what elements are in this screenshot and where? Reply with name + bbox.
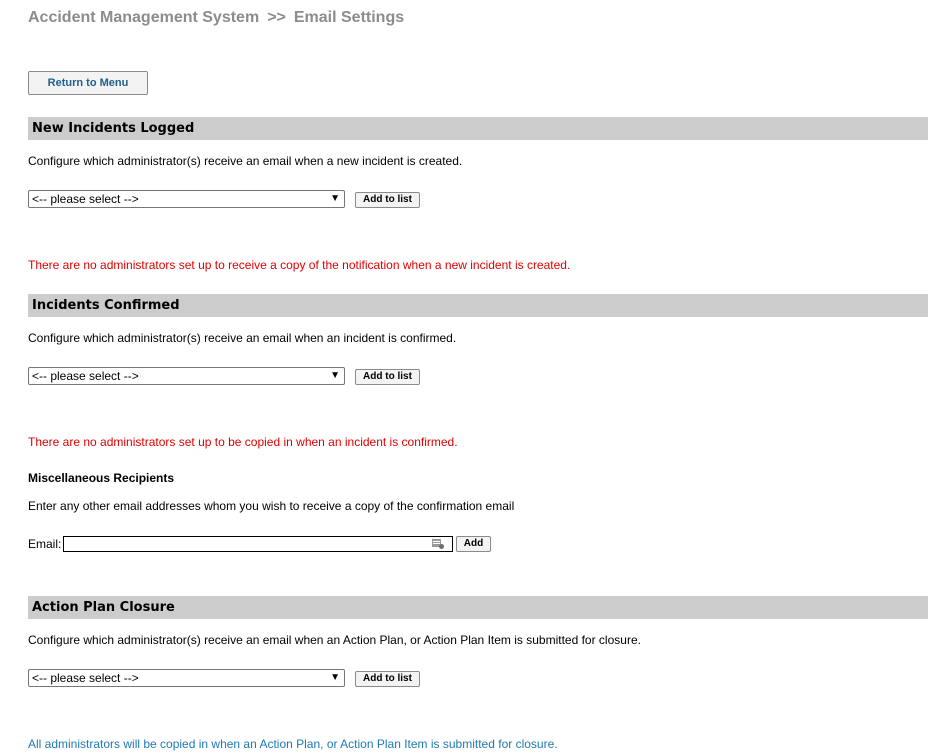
new-incidents-notice: There are no administrators set up to re… — [28, 258, 571, 272]
password-manager-icon[interactable] — [432, 539, 444, 549]
action-plan-description: Configure which administrator(s) receive… — [28, 633, 641, 647]
breadcrumb-separator: >> — [267, 9, 286, 26]
email-label: Email: — [28, 537, 62, 551]
new-incidents-add-to-list-button[interactable]: Add to list — [355, 192, 420, 208]
incidents-confirmed-admin-select[interactable]: <-- please select --> ▼ — [28, 367, 345, 385]
incidents-confirmed-add-to-list-button[interactable]: Add to list — [355, 369, 420, 385]
action-plan-select-value: <-- please select --> — [32, 671, 139, 685]
email-input[interactable] — [63, 536, 453, 552]
chevron-down-icon: ▼ — [330, 672, 340, 683]
section-header-new-incidents: New Incidents Logged — [28, 117, 928, 140]
incidents-confirmed-notice: There are no administrators set up to be… — [28, 435, 458, 449]
misc-recipients-title: Miscellaneous Recipients — [28, 471, 175, 485]
chevron-down-icon: ▼ — [330, 193, 340, 204]
app-name: Accident Management System — [28, 9, 260, 26]
new-incidents-admin-select[interactable]: <-- please select --> ▼ — [28, 190, 345, 208]
incidents-confirmed-select-value: <-- please select --> — [32, 369, 139, 383]
misc-email-add-button[interactable]: Add — [456, 536, 491, 552]
chevron-down-icon: ▼ — [330, 370, 340, 381]
page-name: Email Settings — [293, 9, 405, 26]
section-header-incidents-confirmed: Incidents Confirmed — [28, 294, 928, 317]
action-plan-add-to-list-button[interactable]: Add to list — [355, 671, 420, 687]
incidents-confirmed-description: Configure which administrator(s) receive… — [28, 331, 457, 345]
new-incidents-description: Configure which administrator(s) receive… — [28, 154, 463, 168]
misc-recipients-description: Enter any other email addresses whom you… — [28, 499, 515, 513]
section-header-action-plan: Action Plan Closure — [28, 596, 928, 619]
new-incidents-select-value: <-- please select --> — [32, 192, 139, 206]
page-title: Accident Management System >> Email Settin… — [28, 9, 404, 27]
action-plan-notice: All administrators will be copied in whe… — [28, 737, 558, 751]
action-plan-admin-select[interactable]: <-- please select --> ▼ — [28, 669, 345, 687]
return-to-menu-button[interactable]: Return to Menu — [28, 71, 148, 95]
